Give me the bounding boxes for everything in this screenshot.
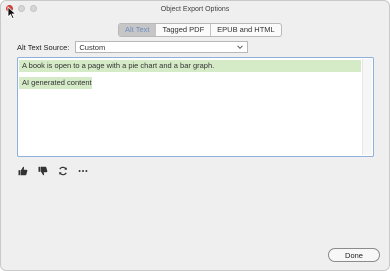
alt-text-source-select[interactable]: Custom — [75, 41, 249, 53]
minimize-window-button[interactable] — [18, 5, 25, 12]
ai-generated-note: AI generated content — [19, 77, 92, 89]
title-bar: Object Export Options — [1, 1, 389, 20]
thumbs-down-icon[interactable] — [38, 166, 48, 176]
window-title: Object Export Options — [160, 6, 230, 13]
mouse-cursor-icon — [7, 6, 17, 20]
vertical-scrollbar[interactable] — [362, 59, 372, 155]
alt-text-field[interactable]: A book is open to a page with a pie char… — [17, 57, 374, 157]
alt-text-line: A book is open to a page with a pie char… — [19, 60, 361, 72]
feedback-actions — [18, 166, 88, 176]
alt-text-source-label: Alt Text Source: — [17, 42, 70, 52]
done-button[interactable]: Done — [328, 248, 380, 262]
zoom-window-button[interactable] — [30, 5, 37, 12]
alt-text-source-value: Custom — [79, 42, 106, 52]
object-export-options-dialog: Object Export Options Alt Text Tagged PD… — [0, 0, 390, 271]
tab-bar: Alt Text Tagged PDF EPUB and HTML — [118, 23, 282, 37]
tab-alt-text[interactable]: Alt Text — [119, 24, 157, 36]
refresh-icon[interactable] — [58, 166, 68, 176]
chevron-down-icon — [237, 45, 244, 50]
thumbs-up-icon[interactable] — [18, 166, 28, 176]
tab-epub-and-html[interactable]: EPUB and HTML — [211, 24, 281, 36]
more-icon[interactable] — [78, 166, 88, 176]
alt-text-source-row: Alt Text Source: Custom — [17, 41, 249, 53]
tab-tagged-pdf[interactable]: Tagged PDF — [156, 24, 212, 36]
